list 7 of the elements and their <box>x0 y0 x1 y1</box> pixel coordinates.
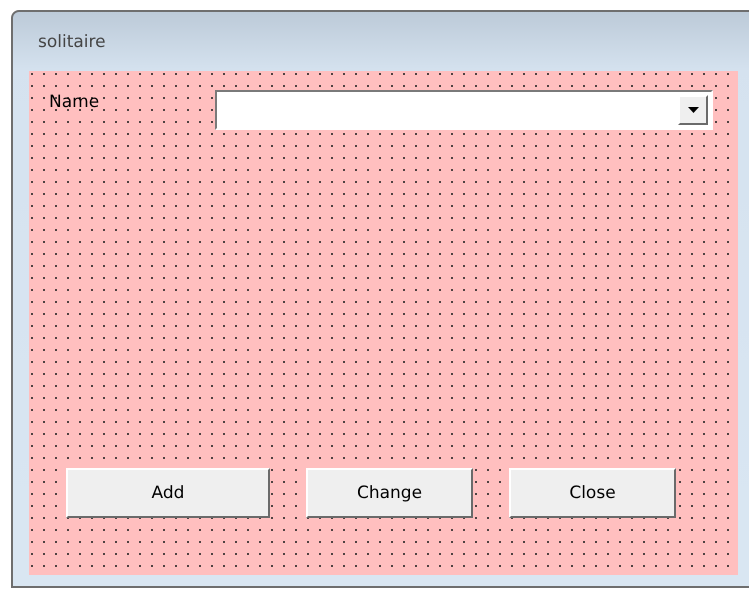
form-button[interactable]: Close <box>509 468 676 518</box>
form-button[interactable]: Change <box>306 468 473 518</box>
window-title: solitaire <box>38 32 106 52</box>
caret-icon <box>688 107 698 113</box>
name-dropdown[interactable] <box>215 90 713 130</box>
field-label: Name <box>49 91 100 112</box>
form-button[interactable]: Add <box>66 468 270 518</box>
